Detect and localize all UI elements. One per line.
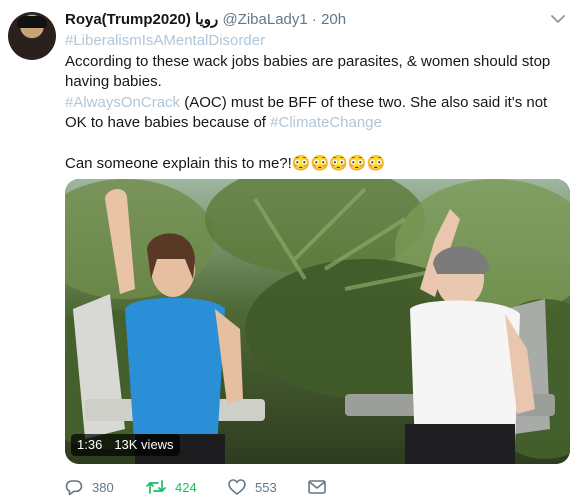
retweet-count: 424 [175, 479, 197, 495]
video-duration: 1:36 [77, 437, 103, 452]
header-separator: · [311, 11, 317, 28]
like-count: 553 [255, 479, 277, 495]
hashtag-liberalism[interactable]: #LiberalismIsAMentalDisorder [65, 32, 265, 49]
like-button[interactable]: 553 [228, 476, 277, 498]
tweet-question: Can someone explain this to me?! [65, 154, 292, 172]
tweet-header: Roya(Trump2020) رویا @ZibaLady1 · 20h [65, 10, 346, 29]
video-info-badge: 1:36 13K views [71, 434, 180, 456]
reply-button[interactable]: 380 [65, 476, 114, 498]
reply-count: 380 [92, 479, 114, 495]
tweet[interactable]: Roya(Trump2020) رویا @ZibaLady1 · 20h #L… [0, 0, 583, 501]
direct-message-button[interactable] [308, 476, 335, 498]
display-name[interactable]: Roya(Trump2020) رویا [65, 11, 218, 28]
emoji-flushed: 😳😳😳😳😳 [291, 154, 386, 172]
video-player[interactable] [65, 179, 570, 464]
tweet-text: #LiberalismIsAMentalDisorder According t… [65, 31, 570, 174]
chevron-down-icon[interactable] [551, 14, 565, 24]
retweet-button[interactable]: 424 [146, 476, 197, 498]
heart-icon [228, 479, 246, 495]
video-thumbnail [65, 179, 570, 464]
video-views: 13K views [114, 437, 174, 452]
tweet-line: According to these wack jobs babies are … [65, 52, 551, 91]
envelope-icon [308, 480, 326, 494]
retweet-icon [146, 480, 166, 494]
hashtag-climatechange[interactable]: #ClimateChange [270, 114, 382, 131]
reply-icon [65, 479, 83, 495]
hashtag-alwaysoncrack[interactable]: #AlwaysOnCrack [65, 94, 180, 111]
user-handle[interactable]: @ZibaLady1 [222, 11, 307, 28]
avatar[interactable] [8, 12, 56, 60]
timestamp[interactable]: 20h [321, 11, 346, 28]
